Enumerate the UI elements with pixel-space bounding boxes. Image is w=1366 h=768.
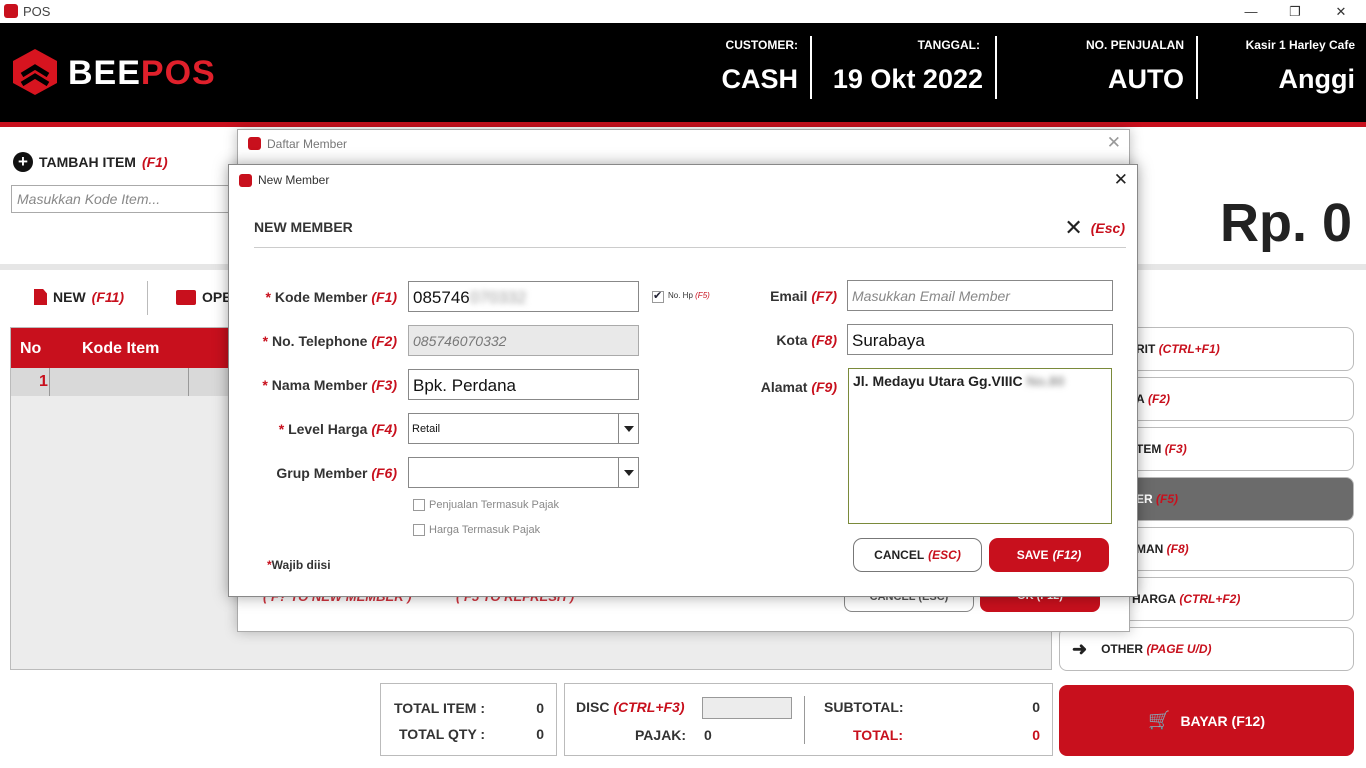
item-code-input[interactable]: Masukkan Kode Item...: [11, 185, 233, 213]
pay-button[interactable]: 🛒 BAYAR (F12): [1059, 685, 1354, 756]
table-header: No Kode Item: [11, 328, 241, 368]
alamat-textarea[interactable]: Jl. Medayu Utara Gg.VIIIC No.80: [848, 368, 1112, 524]
close-button[interactable]: ✕: [1318, 0, 1364, 23]
penjualan-pajak-checkbox[interactable]: [413, 499, 425, 511]
new-member-dialog: New Member ✕ NEW MEMBER ✕ (Esc) * Kode Me…: [228, 164, 1138, 597]
nama-member-input[interactable]: Bpk. Perdana: [408, 369, 639, 400]
add-item-button[interactable]: + TAMBAH ITEM (F1): [13, 152, 168, 172]
restore-button[interactable]: ❐: [1272, 0, 1318, 23]
close-icon[interactable]: ✕: [1107, 133, 1121, 153]
date-value: 19 Okt 2022: [832, 64, 983, 94]
arrow-right-icon: ➜: [1072, 638, 1088, 659]
grand-total-display: Rp. 0: [1219, 193, 1352, 253]
header-divider: [995, 36, 997, 99]
total-item-value: 0: [536, 700, 544, 716]
cancel-button[interactable]: CANCEL (ESC): [853, 538, 982, 572]
table-row[interactable]: 1: [11, 368, 241, 396]
minimize-button[interactable]: —: [1228, 0, 1274, 23]
brand-logo: BEEPOS: [68, 54, 216, 92]
email-label: Email (F7): [770, 288, 837, 304]
dialog-title: New Member: [258, 173, 330, 187]
new-transaction-button[interactable]: NEW (F11): [34, 289, 124, 305]
harga-pajak-checkbox[interactable]: [413, 524, 425, 536]
total-qty-label: TOTAL QTY :: [399, 726, 486, 742]
dialog-title: Daftar Member: [267, 137, 348, 151]
total-value: 0: [1032, 727, 1040, 743]
app-logo-icon: [248, 137, 261, 150]
total-item-label: TOTAL ITEM :: [394, 700, 485, 716]
penjualan-pajak-label: Penjualan Termasuk Pajak: [429, 499, 560, 511]
totals-box: TOTAL ITEM : 0 TOTAL QTY : 0: [380, 683, 557, 756]
cashier-label: Kasir 1 Harley Cafe: [1245, 38, 1355, 52]
subtotal-label: SUBTOTAL:: [824, 699, 904, 715]
kota-label: Kota (F8): [776, 332, 837, 348]
cart-icon: 🛒: [1148, 710, 1171, 730]
close-icon[interactable]: ✕: [1114, 170, 1128, 190]
telephone-label: * No. Telephone (F2): [262, 333, 397, 349]
close-icon: ✕: [1064, 215, 1083, 240]
date-label: TANGGAL:: [917, 38, 980, 52]
window-titlebar: POS — ❐ ✕: [0, 0, 1366, 23]
total-qty-value: 0: [536, 726, 544, 742]
app-logo-icon: [4, 4, 18, 18]
document-icon: [34, 289, 47, 305]
header-accent-line: [0, 122, 1366, 127]
cashier-value: Anggi: [1278, 64, 1355, 94]
other-button[interactable]: ➜ OTHER (PAGE U/D): [1059, 627, 1354, 671]
grup-member-label: Grup Member (F6): [276, 465, 397, 481]
plus-icon: +: [13, 152, 33, 172]
chevron-down-icon: [618, 458, 638, 487]
kode-member-input[interactable]: 085746070332: [408, 281, 639, 312]
header-divider: [810, 36, 812, 99]
folder-icon: [176, 289, 196, 305]
harga-pajak-label: Harga Termasuk Pajak: [429, 524, 541, 536]
row-number: 1: [39, 373, 48, 390]
form-divider: [254, 247, 1126, 248]
cell-divider: [188, 368, 189, 396]
header-divider: [1196, 36, 1198, 99]
open-transaction-button[interactable]: OPE: [176, 289, 232, 305]
telephone-input[interactable]: 085746070332: [408, 325, 639, 356]
sale-number-label: NO. PENJUALAN: [1085, 38, 1184, 52]
window-title: POS: [23, 4, 51, 19]
summary-box: DISC (CTRL+F3) PAJAK: 0 SUBTOTAL: 0 TOTA…: [564, 683, 1053, 756]
subtotal-value: 0: [1032, 699, 1040, 715]
cell-divider: [49, 368, 50, 396]
kota-input[interactable]: Surabaya: [847, 324, 1113, 355]
summary-divider: [804, 696, 805, 744]
disc-input[interactable]: [702, 697, 792, 719]
total-label: TOTAL:: [853, 727, 904, 743]
customer-label: CUSTOMER:: [725, 38, 798, 52]
no-hp-checkbox[interactable]: ✔: [652, 290, 664, 303]
beepos-logo-icon: [13, 49, 57, 95]
sale-number-value: AUTO: [1107, 64, 1184, 94]
alamat-label: Alamat (F9): [760, 379, 837, 395]
app-logo-icon: [239, 174, 252, 187]
required-note: *Wajib diisi: [267, 558, 331, 572]
form-heading: NEW MEMBER: [254, 219, 353, 235]
pajak-label: PAJAK:: [635, 727, 687, 743]
toolbar-divider: [147, 281, 148, 315]
disc-label: DISC (CTRL+F3): [576, 699, 685, 715]
column-kode-item: Kode Item: [82, 340, 160, 357]
save-button[interactable]: SAVE (F12): [989, 538, 1109, 572]
grup-member-select[interactable]: [408, 457, 639, 488]
nama-member-label: * Nama Member (F3): [262, 377, 397, 393]
level-harga-select[interactable]: Retail: [408, 413, 639, 444]
customer-value: CASH: [721, 64, 798, 94]
kode-member-label: * Kode Member (F1): [265, 289, 397, 305]
esc-close-button[interactable]: ✕ (Esc): [1064, 215, 1125, 241]
chevron-down-icon: [618, 414, 638, 443]
pajak-value: 0: [704, 727, 712, 743]
level-harga-label: * Level Harga (F4): [278, 421, 397, 437]
column-no: No: [20, 340, 42, 357]
email-input[interactable]: Masukkan Email Member: [847, 280, 1113, 311]
